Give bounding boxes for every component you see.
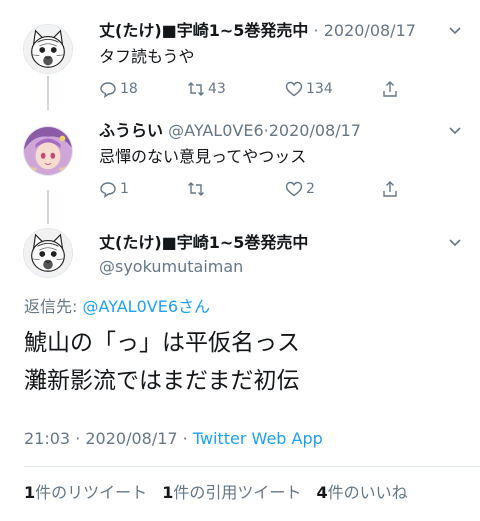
reply-button[interactable]: 1 [99,178,129,200]
quotes-stat-label: 件の引用ツイート [173,483,302,502]
share-icon [383,181,397,197]
divider [24,466,480,467]
share-icon [383,81,397,97]
tweet-timestamp[interactable]: 21:03 · 2020/08/17 · [24,429,193,448]
retweets-stat-label: 件のリツイート [35,483,148,502]
reply-icon [100,82,116,98]
reply-to-line: 返信先: @AYAL0VE6さん [24,296,210,318]
tweet[interactable]: ふうらい @AYAL0VE6·2020/08/17 忌憚のない意見ってやつッス … [0,120,480,210]
retweets-stat[interactable]: 1件のリツイート [24,483,147,502]
reply-count: 18 [120,81,138,97]
tweet-date[interactable]: 2020/08/17 [324,21,416,40]
user-handle[interactable]: @syokumutaiman [99,256,243,278]
like-button[interactable]: 134 [285,78,333,100]
reply-mention-link[interactable]: @AYAL0VE6さん [82,297,210,316]
source-link[interactable]: Twitter Web App [193,429,323,448]
anime-avatar-icon [24,127,72,175]
reply-to-label: 返信先: [24,297,83,316]
reply-icon [100,182,116,198]
cat-avatar-icon [24,229,72,277]
retweet-count: 43 [208,81,226,97]
engagement-stats: 1件のリツイート 1件の引用ツイート 4件のいいね [24,482,418,504]
retweet-icon [188,182,204,196]
chevron-down-icon[interactable] [448,24,462,38]
retweet-icon [188,82,204,96]
user-handle[interactable]: @AYAL0VE6 [168,121,264,140]
avatar[interactable] [23,228,73,278]
tweet-header: ふうらい @AYAL0VE6·2020/08/17 [99,120,361,142]
likes-stat-label: 件のいいね [327,483,408,502]
action-bar: 18 43 134 [99,78,419,100]
display-name[interactable]: 丈(たけ)■宇崎1~5巻発売中 [99,21,308,40]
heart-icon [285,81,303,97]
tweet-header: 丈(たけ)■宇崎1~5巻発売中 · 2020/08/17 [99,20,416,42]
tweet-text-line: 鯱山の「っ」は平仮名っス [24,330,300,356]
separator: · [313,21,319,40]
like-button[interactable]: 2 [285,178,315,200]
heart-icon [285,181,303,197]
cat-avatar-icon [24,25,72,73]
action-bar: 1 2 [99,178,419,200]
share-button[interactable] [381,178,402,200]
like-count: 134 [306,81,333,97]
display-name[interactable]: 丈(たけ)■宇崎1~5巻発売中 [99,232,308,254]
likes-stat[interactable]: 4件のいいね [317,483,408,502]
display-name[interactable]: ふうらい [99,121,163,140]
retweet-button[interactable]: 43 [187,78,226,100]
tweet-meta: 21:03 · 2020/08/17 · Twitter Web App [24,428,323,450]
retweet-button[interactable] [187,178,208,200]
reply-count: 1 [120,181,129,197]
reply-button[interactable]: 18 [99,78,138,100]
chevron-down-icon[interactable] [448,236,462,250]
tweet-text: タフ読もうや [99,47,195,66]
tweet[interactable]: 丈(たけ)■宇崎1~5巻発売中 · 2020/08/17 タフ読もうや 18 4… [0,20,480,110]
retweets-stat-count: 1 [24,483,36,502]
like-count: 2 [306,181,315,197]
chevron-down-icon[interactable] [448,124,462,138]
quotes-stat-count: 1 [162,483,174,502]
tweet-text: 忌憚のない意見ってやつッス [99,147,307,166]
share-button[interactable] [381,78,402,100]
avatar[interactable] [23,24,73,74]
likes-stat-count: 4 [316,483,328,502]
quotes-stat[interactable]: 1件の引用ツイート [162,483,301,502]
tweet-text-line: 灘新影流ではまだまだ初伝 [24,368,300,394]
avatar[interactable] [23,126,73,176]
tweet-date[interactable]: 2020/08/17 [269,121,361,140]
